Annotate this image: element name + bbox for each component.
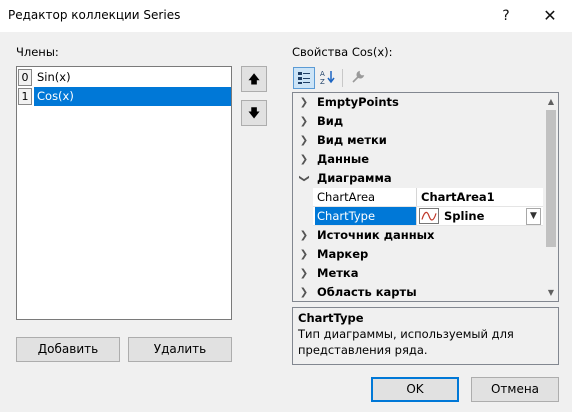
category-row-data[interactable]: ❯ Данные xyxy=(293,150,543,169)
property-help-panel: ChartType Тип диаграммы, используемый дл… xyxy=(292,307,559,365)
chevron-right-icon[interactable]: ❯ xyxy=(297,150,311,169)
chevron-down-icon[interactable]: ❯ xyxy=(295,172,314,186)
wrench-icon xyxy=(352,70,365,83)
category-row-view[interactable]: ❯ Вид xyxy=(293,112,543,131)
category-label: Данные xyxy=(317,152,370,166)
chevron-right-icon[interactable]: ❯ xyxy=(297,283,311,301)
property-pages-button[interactable] xyxy=(347,67,369,89)
row-gutter xyxy=(293,188,313,207)
category-label: EmptyPoints xyxy=(317,95,399,109)
category-label: Источник данных xyxy=(317,228,435,242)
category-label: Диаграмма xyxy=(317,171,392,185)
ok-button[interactable]: OK xyxy=(371,377,459,402)
category-row-map-area[interactable]: ❯ Область карты xyxy=(293,283,543,301)
chevron-right-icon[interactable]: ❯ xyxy=(297,226,311,245)
members-label: Члены: xyxy=(16,45,59,59)
scrollbar-thumb[interactable] xyxy=(546,110,556,247)
property-value[interactable]: Spline xyxy=(444,207,484,226)
arrow-up-icon: 🡅 xyxy=(247,72,261,86)
property-name[interactable]: ChartType xyxy=(315,207,416,226)
column-divider xyxy=(416,188,417,207)
member-index: 1 xyxy=(18,88,32,105)
category-row-marker[interactable]: ❯ Маркер xyxy=(293,245,543,264)
member-name: Cos(x) xyxy=(37,89,74,103)
scroll-up-icon[interactable]: ▲ xyxy=(543,93,558,110)
cancel-button[interactable]: Отмена xyxy=(471,377,559,402)
category-row-emptypoints[interactable]: ❯ EmptyPoints xyxy=(293,93,543,112)
category-label: Метка xyxy=(317,266,359,280)
window-title: Редактор коллекции Series xyxy=(8,8,181,22)
svg-text:Z: Z xyxy=(320,78,325,85)
close-button[interactable]: ✕ xyxy=(528,0,572,32)
member-cos[interactable]: 1 Cos(x) xyxy=(17,87,231,106)
member-sin[interactable]: 0 Sin(x) xyxy=(17,68,231,87)
categorized-icon xyxy=(298,72,310,84)
help-button[interactable]: ? xyxy=(484,0,528,32)
property-value[interactable]: ChartArea1 xyxy=(421,188,495,207)
properties-label: Свойства Cos(x): xyxy=(292,45,393,59)
property-name[interactable]: ChartArea xyxy=(315,188,416,207)
category-row-label-view[interactable]: ❯ Вид метки xyxy=(293,131,543,150)
category-label: Область карты xyxy=(317,285,417,299)
toolbar-separator xyxy=(342,69,343,87)
category-row-datasource[interactable]: ❯ Источник данных xyxy=(293,226,543,245)
category-label: Маркер xyxy=(317,247,369,261)
property-grid-scrollbar[interactable]: ▲ ▼ xyxy=(543,93,558,301)
category-row-label[interactable]: ❯ Метка xyxy=(293,264,543,283)
chevron-right-icon[interactable]: ❯ xyxy=(297,112,311,131)
chevron-right-icon[interactable]: ❯ xyxy=(297,93,311,112)
scroll-down-icon[interactable]: ▼ xyxy=(543,284,558,301)
category-label: Вид метки xyxy=(317,133,387,147)
move-up-button[interactable]: 🡅 xyxy=(241,66,267,92)
title-bar: Редактор коллекции Series ? ✕ xyxy=(0,0,572,32)
move-down-button[interactable]: 🡇 xyxy=(241,100,267,126)
members-list[interactable]: 0 Sin(x) 1 Cos(x) xyxy=(16,66,232,320)
help-description: Тип диаграммы, используемый для представ… xyxy=(298,327,514,357)
svg-text:A: A xyxy=(320,70,325,78)
chevron-right-icon[interactable]: ❯ xyxy=(297,264,311,283)
help-title: ChartType xyxy=(298,311,364,325)
row-gutter xyxy=(293,207,313,226)
category-row-chart[interactable]: ❯ Диаграмма xyxy=(293,169,543,188)
property-row-chartarea[interactable]: ChartArea ChartArea1 xyxy=(293,188,543,207)
alphabetical-icon: A Z xyxy=(320,70,335,86)
category-label: Вид xyxy=(317,114,344,128)
arrow-down-icon: 🡇 xyxy=(247,106,261,120)
alphabetical-button[interactable]: A Z xyxy=(317,67,339,89)
add-button[interactable]: Добавить xyxy=(16,337,120,362)
property-grid-toolbar: A Z xyxy=(293,66,373,90)
property-row-charttype[interactable]: ChartType Spline ▼ xyxy=(293,207,543,226)
chevron-right-icon[interactable]: ❯ xyxy=(297,245,311,264)
member-name: Sin(x) xyxy=(37,70,71,84)
remove-button[interactable]: Удалить xyxy=(128,337,232,362)
chevron-right-icon[interactable]: ❯ xyxy=(297,131,311,150)
chevron-down-icon[interactable]: ▼ xyxy=(526,208,541,225)
spline-chart-icon xyxy=(419,208,439,224)
categorized-button[interactable] xyxy=(293,67,315,89)
column-divider xyxy=(416,207,417,226)
member-index: 0 xyxy=(18,69,32,86)
property-grid[interactable]: ❯ EmptyPoints ❯ Вид ❯ Вид метки ❯ Данные… xyxy=(292,92,559,302)
